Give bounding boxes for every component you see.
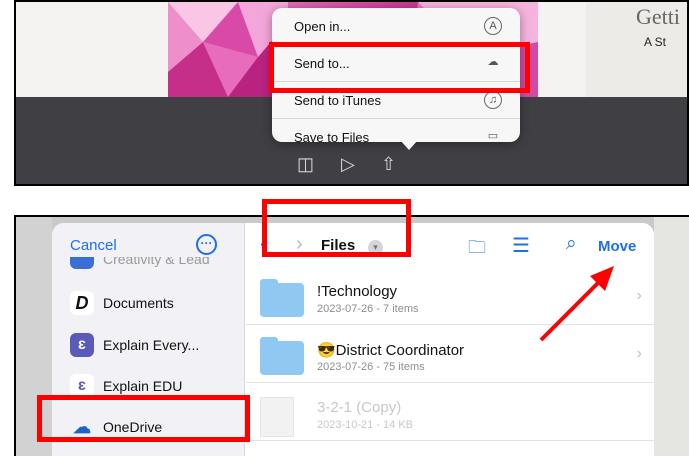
- red-arrow-icon: [539, 266, 614, 342]
